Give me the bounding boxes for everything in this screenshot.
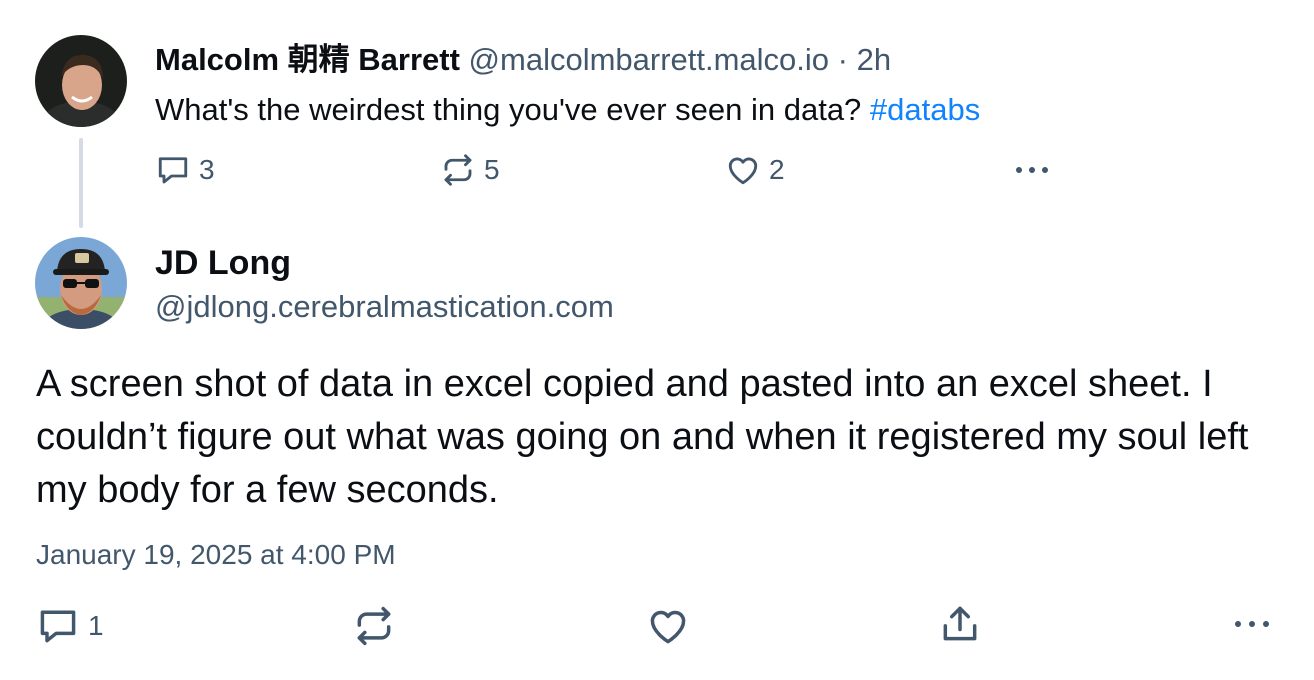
header-separator: ·: [837, 42, 848, 77]
reply-more-button[interactable]: [1228, 604, 1276, 644]
reply-like-button[interactable]: [646, 604, 690, 648]
like-icon: [650, 610, 686, 644]
repost-icon: [357, 606, 391, 646]
parent-post-text: What's the weirdest thing you've ever se…: [155, 90, 980, 130]
reply-share-button[interactable]: [938, 602, 982, 646]
reply-reply-count: 1: [88, 610, 104, 641]
reply-author-name[interactable]: JD Long: [155, 242, 291, 284]
parent-more-button[interactable]: [1010, 152, 1054, 188]
parent-repost-count: 5: [484, 154, 500, 185]
parent-post-time[interactable]: 2h: [857, 42, 891, 77]
parent-author-avatar[interactable]: [35, 35, 127, 127]
reply-repost-button[interactable]: [352, 604, 396, 648]
parent-reply-button[interactable]: 3: [155, 152, 215, 188]
parent-like-button[interactable]: 2: [725, 152, 785, 188]
parent-reply-count: 3: [199, 154, 215, 185]
parent-repost-button[interactable]: 5: [440, 152, 500, 188]
more-icon: [1016, 167, 1048, 173]
reply-post-text: A screen shot of data in excel copied an…: [36, 363, 1249, 511]
share-icon: [943, 606, 977, 641]
parent-author-name[interactable]: Malcolm 朝精 Barrett: [155, 42, 460, 77]
reply-icon: [158, 157, 188, 184]
like-icon: [728, 157, 758, 185]
parent-like-count: 2: [769, 154, 785, 185]
hashtag-link[interactable]: #databs: [870, 92, 980, 127]
parent-author-handle[interactable]: @malcolmbarrett.malco.io: [469, 42, 830, 77]
repost-icon: [444, 154, 472, 186]
reply-post-date: January 19, 2025 at 4:00 PM: [36, 539, 396, 570]
reply-author-handle[interactable]: @jdlong.cerebralmastication.com: [155, 287, 614, 327]
reply-author-avatar[interactable]: [35, 237, 127, 329]
parent-post-header: Malcolm 朝精 Barrett @malcolmbarrett.malco…: [155, 40, 891, 80]
more-icon: [1235, 621, 1269, 627]
parent-post-body: What's the weirdest thing you've ever se…: [155, 92, 862, 127]
reply-reply-button[interactable]: 1: [36, 604, 104, 648]
reply-icon: [40, 610, 76, 643]
thread-connector-line: [79, 138, 83, 228]
